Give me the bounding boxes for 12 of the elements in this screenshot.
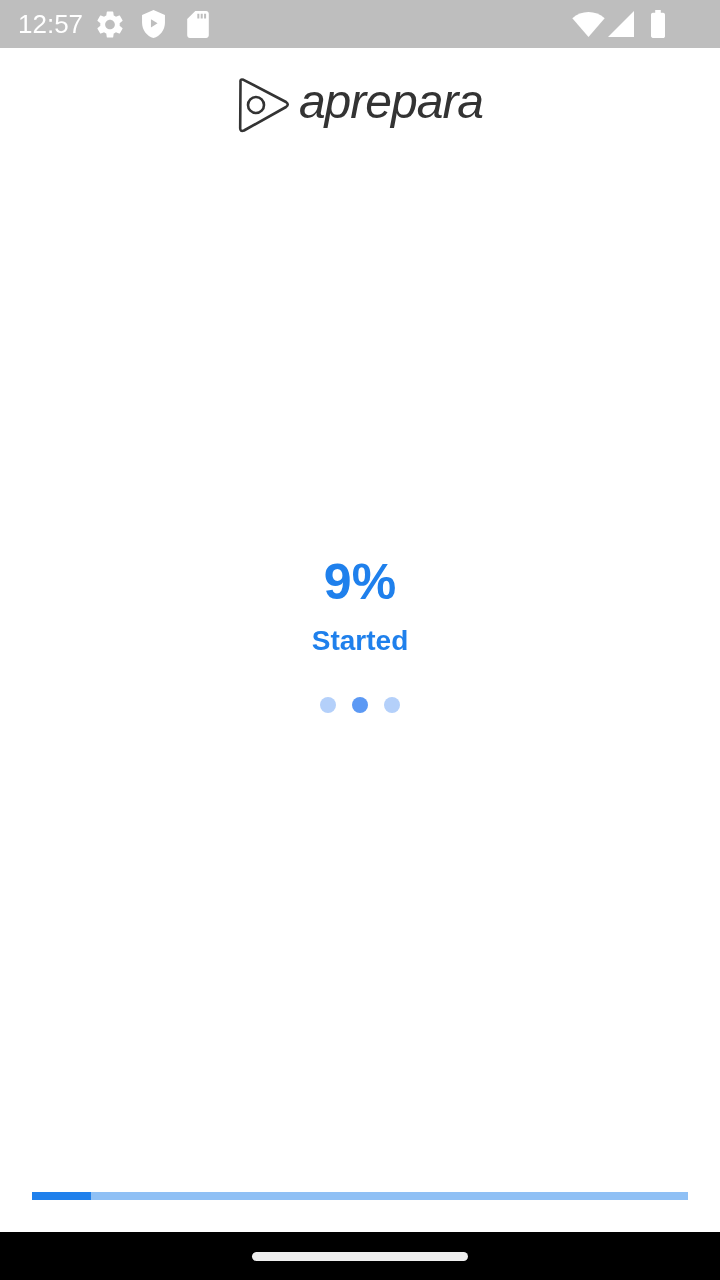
shield-play-icon: [142, 10, 166, 38]
signal-icon: [608, 11, 634, 37]
settings-icon: [97, 10, 124, 38]
sd-card-icon: [187, 10, 210, 38]
logo-icon: [236, 76, 291, 134]
logo-text: aprepara: [298, 78, 484, 130]
clock-time: 12:57: [18, 8, 84, 40]
home-indicator[interactable]: [252, 1251, 468, 1261]
battery-icon: [650, 10, 666, 38]
progress-status: Started: [311, 623, 409, 658]
progress-percent: 9%: [323, 554, 397, 610]
wifi-icon: [572, 11, 605, 37]
